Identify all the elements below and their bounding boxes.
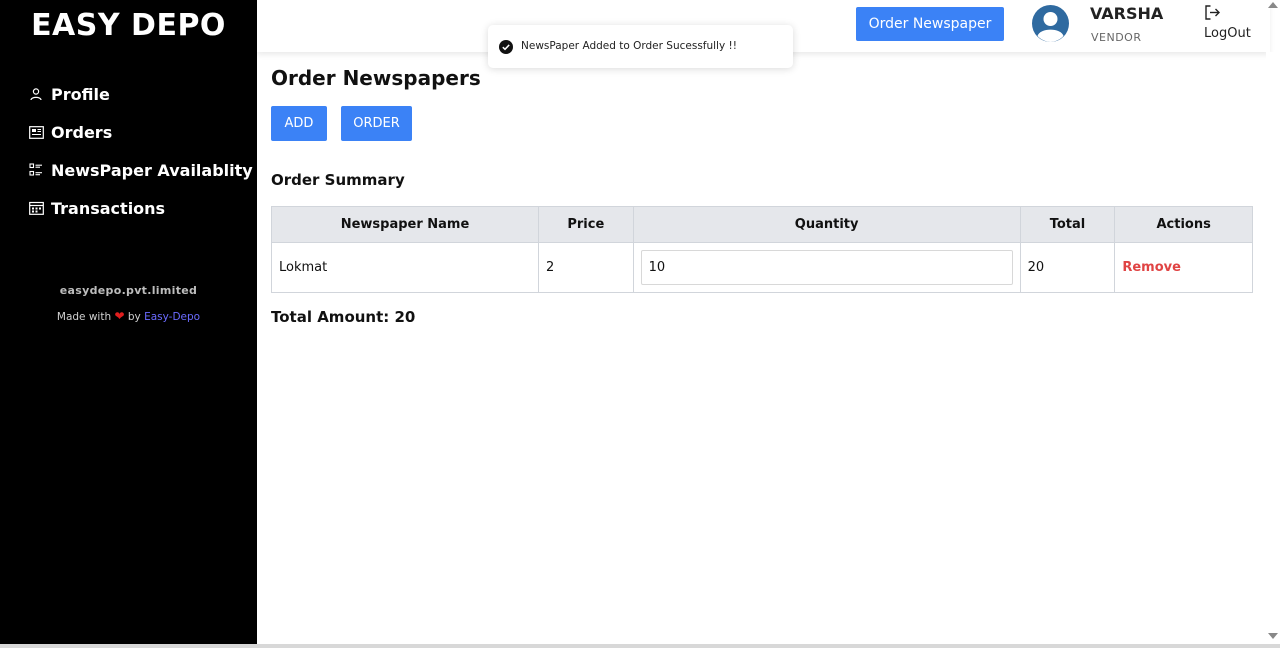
- order-summary-table: Newspaper Name Price Quantity Total Acti…: [271, 206, 1253, 293]
- column-header-price: Price: [537, 206, 634, 243]
- column-header-quantity: Quantity: [632, 206, 1021, 243]
- sidebar: EASY DEPO Profile Orders NewsPaper Avail…: [0, 0, 257, 648]
- cell-quantity: [632, 242, 1021, 293]
- cell-price: 2: [537, 242, 634, 293]
- user-role: VENDOR: [1091, 31, 1142, 44]
- list-icon: [28, 162, 44, 178]
- toast-notification: NewsPaper Added to Order Sucessfully !!: [488, 25, 793, 68]
- logout-icon[interactable]: [1204, 4, 1222, 22]
- cell-total: 20: [1019, 242, 1116, 293]
- logout-label[interactable]: LogOut: [1204, 26, 1251, 41]
- calendar-icon: [28, 200, 44, 216]
- order-button[interactable]: ORDER: [341, 106, 412, 141]
- table-row: Lokmat 2 20 Remove: [271, 242, 1253, 293]
- sidebar-item-newspaper-availability[interactable]: NewsPaper Availablity: [28, 151, 253, 189]
- scroll-down-arrow-icon[interactable]: [1268, 633, 1278, 639]
- newspaper-icon: [28, 124, 44, 140]
- footer-company: easydepo.pvt.limited: [59, 284, 198, 297]
- order-newspaper-button[interactable]: Order Newspaper: [856, 7, 1004, 41]
- sidebar-item-label: Orders: [51, 122, 113, 142]
- sidebar-item-label: NewsPaper Availablity: [51, 160, 253, 180]
- cell-actions: Remove: [1114, 242, 1253, 293]
- quantity-input[interactable]: [640, 250, 1013, 285]
- table-header-row: Newspaper Name Price Quantity Total Acti…: [271, 206, 1253, 243]
- sidebar-item-label: Profile: [51, 84, 110, 104]
- column-header-newspaper-name: Newspaper Name: [271, 206, 539, 243]
- footer-by: by: [127, 311, 141, 323]
- footer-link[interactable]: Easy-Depo: [144, 311, 200, 323]
- sidebar-item-profile[interactable]: Profile: [28, 75, 253, 113]
- cell-newspaper-name: Lokmat: [271, 242, 539, 293]
- order-summary-title: Order Summary: [271, 171, 405, 189]
- column-header-actions: Actions: [1114, 206, 1253, 243]
- user-avatar-icon: [1032, 5, 1069, 42]
- avatar[interactable]: [1032, 5, 1069, 42]
- remove-button[interactable]: Remove: [1122, 260, 1181, 275]
- footer-credit: Made with ❤ by Easy-Depo: [0, 309, 257, 323]
- footer-made-with: Made with: [56, 311, 112, 323]
- sidebar-nav: Profile Orders NewsPaper Availablity Tra…: [28, 75, 253, 227]
- page-title: Order Newspapers: [271, 66, 481, 90]
- brand-logo: EASY DEPO: [31, 8, 226, 43]
- total-amount: Total Amount: 20: [271, 308, 416, 326]
- sidebar-item-label: Transactions: [51, 198, 166, 218]
- column-header-total: Total: [1019, 206, 1116, 243]
- window-bottom-edge: [0, 644, 1280, 648]
- sidebar-item-orders[interactable]: Orders: [28, 113, 253, 151]
- check-circle-icon: [499, 39, 513, 54]
- scrollbar[interactable]: [1266, 52, 1280, 648]
- add-button[interactable]: ADD: [271, 106, 327, 141]
- scroll-up-arrow-icon[interactable]: [1268, 2, 1278, 8]
- user-name: VARSHA: [1090, 4, 1164, 23]
- sidebar-item-transactions[interactable]: Transactions: [28, 189, 253, 227]
- toast-message: NewsPaper Added to Order Sucessfully !!: [521, 40, 737, 52]
- user-icon: [28, 86, 44, 102]
- heart-icon: ❤: [114, 309, 125, 323]
- app-window: EASY DEPO Profile Orders NewsPaper Avail…: [0, 0, 1280, 648]
